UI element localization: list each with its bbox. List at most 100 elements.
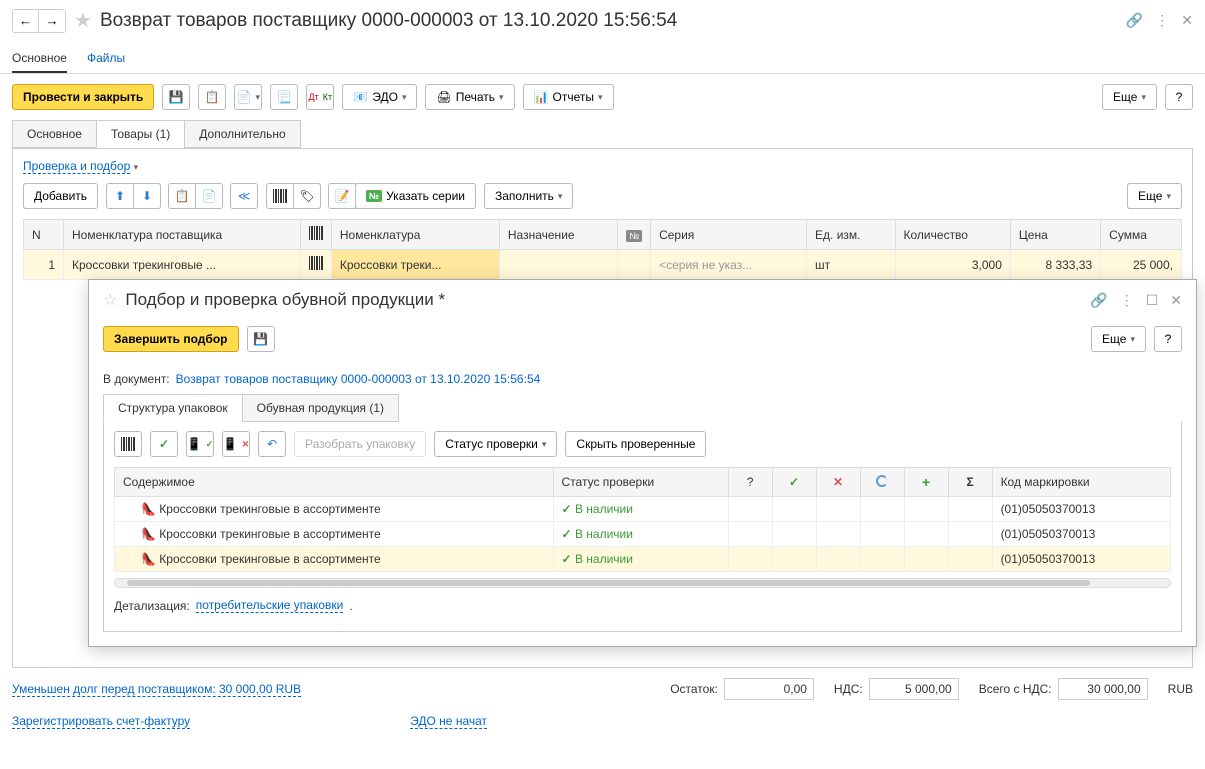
barcode-button[interactable] xyxy=(266,183,294,209)
modal-doc-link[interactable]: Возврат товаров поставщику 0000-000003 о… xyxy=(176,372,541,386)
modal-star-icon[interactable]: ☆ xyxy=(103,290,117,310)
dt-kt-button[interactable]: ДтКт xyxy=(306,84,334,110)
add-button[interactable]: Добавить xyxy=(23,183,98,209)
table-more-button[interactable]: Еще ▾ xyxy=(1127,183,1182,209)
favorite-star-icon[interactable]: ★ xyxy=(74,8,92,33)
register-invoice-link[interactable]: Зарегистрировать счет-фактуру xyxy=(12,714,190,729)
main-toolbar: Провести и закрыть 💾 📋 📄▾ 📃 ДтКт 📧 ЭДО ▾… xyxy=(0,74,1205,120)
inner-col-mark[interactable]: Код маркировки xyxy=(992,468,1170,497)
print-button[interactable]: 🖨 Печать ▾ xyxy=(425,84,514,110)
modal-close-icon[interactable]: ✕ xyxy=(1170,292,1182,309)
reports-button[interactable]: 📊 Отчеты ▾ xyxy=(523,84,614,110)
table-row[interactable]: 1 Кроссовки трекинговые ... Кроссовки тр… xyxy=(24,250,1182,280)
create-based-button[interactable]: 📃 xyxy=(270,84,298,110)
close-icon[interactable]: ✕ xyxy=(1181,12,1193,29)
sigma-icon: Σ xyxy=(966,475,973,489)
col-item-icon xyxy=(300,220,331,250)
help-button[interactable]: ? xyxy=(1165,84,1193,110)
inner-col-cross[interactable]: ✕ xyxy=(816,468,860,497)
col-series[interactable]: Серия xyxy=(651,220,807,250)
horizontal-scrollbar[interactable] xyxy=(114,578,1171,588)
doc-tab-extra[interactable]: Дополнительно xyxy=(184,120,300,148)
inner-col-sigma[interactable]: Σ xyxy=(948,468,992,497)
nav-tab-main[interactable]: Основное xyxy=(12,45,67,73)
nav-buttons: ← → xyxy=(12,9,66,33)
col-sum[interactable]: Сумма xyxy=(1101,220,1182,250)
check-select-link[interactable]: Проверка и подбор xyxy=(23,159,130,174)
doc-tab-goods[interactable]: Товары (1) xyxy=(96,120,185,148)
title-bar: ← → ★ Возврат товаров поставщику 0000-00… xyxy=(0,0,1205,41)
col-series-icon: № xyxy=(618,220,651,250)
modal-maximize-icon[interactable]: ☐ xyxy=(1146,292,1159,309)
copy-row-button[interactable]: 📋 xyxy=(168,183,196,209)
edo-status-link[interactable]: ЭДО не начат xyxy=(410,714,487,729)
link-icon[interactable]: 🔗 xyxy=(1126,12,1143,29)
inner-col-question[interactable]: ? xyxy=(728,468,772,497)
move-up-button[interactable]: ⬆ xyxy=(106,183,134,209)
paste-row-button[interactable]: 📄 xyxy=(195,183,223,209)
tab-structure[interactable]: Структура упаковок xyxy=(103,394,243,422)
structure-row[interactable]: 👠 Кроссовки трекинговые в ассортименте ✓… xyxy=(115,547,1171,572)
shoe-icon: 👠 xyxy=(141,502,156,516)
fill-button[interactable]: Заполнить ▾ xyxy=(484,183,573,209)
plus-icon: + xyxy=(922,474,930,490)
check-icon: ✓ xyxy=(562,527,572,541)
forward-button[interactable]: → xyxy=(39,10,65,32)
back-button[interactable]: ← xyxy=(13,10,39,32)
post-button[interactable]: 📋 xyxy=(198,84,226,110)
hide-checked-button[interactable]: Скрыть проверенные xyxy=(565,431,706,457)
debt-link[interactable]: Уменьшен долг перед поставщиком: 30 000,… xyxy=(12,682,301,697)
edo-button[interactable]: 📧 ЭДО ▾ xyxy=(342,84,417,110)
save-button[interactable]: 💾 xyxy=(162,84,190,110)
inner-col-plus[interactable]: + xyxy=(904,468,948,497)
goods-panel: Проверка и подбор ▾ Добавить ⬆ ⬇ 📋 📄 ≪ 🏷… xyxy=(12,148,1193,668)
finish-selection-button[interactable]: Завершить подбор xyxy=(103,326,239,352)
more-button[interactable]: Еще ▾ xyxy=(1102,84,1157,110)
modal-more-button[interactable]: Еще ▾ xyxy=(1091,326,1146,352)
share-button[interactable]: ≪ xyxy=(230,183,258,209)
detail-link[interactable]: потребительские упаковки xyxy=(196,598,344,613)
inner-toolbar: ✓ 📱✓ 📱✕ ↶ Разобрать упаковку Статус пров… xyxy=(114,431,1171,457)
structure-row[interactable]: 👠 Кроссовки трекинговые в ассортименте ✓… xyxy=(115,522,1171,547)
tab-shoes[interactable]: Обувная продукция (1) xyxy=(242,394,399,422)
col-n[interactable]: N xyxy=(24,220,64,250)
doc-tab-main[interactable]: Основное xyxy=(12,120,97,148)
clock-icon xyxy=(876,475,888,487)
modal-toolbar: Завершить подбор 💾 Еще ▾ ? xyxy=(89,320,1196,358)
col-purpose[interactable]: Назначение xyxy=(499,220,618,250)
phone-check-button[interactable]: 📱✓ xyxy=(186,431,214,457)
col-unit[interactable]: Ед. изм. xyxy=(807,220,895,250)
scan-barcode-button[interactable] xyxy=(114,431,142,457)
col-price[interactable]: Цена xyxy=(1010,220,1100,250)
inner-col-content[interactable]: Содержимое xyxy=(115,468,554,497)
modal-help-button[interactable]: ? xyxy=(1154,326,1182,352)
inner-col-status[interactable]: Статус проверки xyxy=(553,468,728,497)
tag-button[interactable]: 🏷 xyxy=(293,183,321,209)
col-supplier-item[interactable]: Номенклатура поставщика xyxy=(64,220,301,250)
total-value: 30 000,00 xyxy=(1058,678,1148,700)
barcode-icon xyxy=(273,189,287,203)
modal-link-icon[interactable]: 🔗 xyxy=(1090,292,1107,309)
undo-button[interactable]: ↶ xyxy=(258,431,286,457)
inner-col-clock[interactable] xyxy=(860,468,904,497)
col-qty[interactable]: Количество xyxy=(895,220,1010,250)
nav-tabs: Основное Файлы xyxy=(0,45,1205,74)
structure-panel: ✓ 📱✓ 📱✕ ↶ Разобрать упаковку Статус пров… xyxy=(103,421,1182,632)
check-list-button[interactable]: 📝 xyxy=(328,183,356,209)
modal-kebab-icon[interactable]: ⋮ xyxy=(1120,292,1134,309)
nav-tab-files[interactable]: Файлы xyxy=(87,45,125,73)
document-tabs: Основное Товары (1) Дополнительно xyxy=(0,120,1205,148)
phone-cross-button[interactable]: 📱✕ xyxy=(222,431,250,457)
check-status-button[interactable]: Статус проверки ▾ xyxy=(434,431,557,457)
inner-col-check[interactable]: ✓ xyxy=(772,468,816,497)
move-down-button[interactable]: ⬇ xyxy=(133,183,161,209)
post-and-close-button[interactable]: Провести и закрыть xyxy=(12,84,154,110)
structure-row[interactable]: 👠 Кроссовки трекинговые в ассортименте ✓… xyxy=(115,497,1171,522)
col-item[interactable]: Номенклатура xyxy=(331,220,499,250)
kebab-menu-icon[interactable]: ⋮ xyxy=(1155,12,1169,29)
check-button[interactable]: ✓ xyxy=(150,431,178,457)
modal-save-button[interactable]: 💾 xyxy=(247,326,275,352)
copy-doc-button[interactable]: 📄▾ xyxy=(234,84,262,110)
series-button[interactable]: № Указать серии xyxy=(355,183,476,209)
unpack-button[interactable]: Разобрать упаковку xyxy=(294,431,426,457)
